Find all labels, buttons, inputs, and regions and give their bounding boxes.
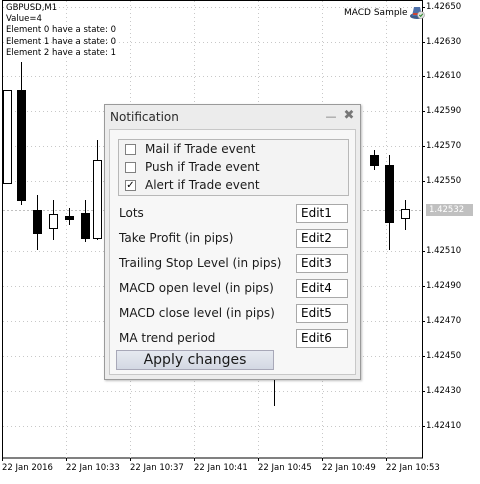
- symbol-timeframe-label: GBPUSD,M1: [6, 3, 58, 13]
- candlestick: [401, 200, 410, 230]
- candlestick: [93, 140, 102, 240]
- macd-close-label: MACD close level (in pips): [119, 306, 275, 320]
- expert-advisor-hat-icon[interactable]: [408, 3, 426, 21]
- take-profit-label: Take Profit (in pips): [119, 231, 234, 245]
- checkbox-label: Push if Trade event: [145, 160, 260, 174]
- price-tick-label: 1.42410: [426, 421, 462, 431]
- price-tick-label: 1.42570: [426, 141, 462, 151]
- current-price-marker: 1.42532: [426, 204, 473, 216]
- element-state-label: Element 0 have a state: 0: [6, 25, 116, 35]
- check-mark-icon: ✓: [126, 180, 135, 191]
- candlestick: [49, 200, 58, 240]
- time-tick-label: 22 Jan 10:37: [130, 463, 184, 473]
- checkbox-box[interactable]: [125, 162, 136, 173]
- candlestick: [33, 195, 42, 250]
- apply-changes-button[interactable]: Apply changes: [116, 350, 274, 370]
- price-tick-label: 1.42450: [426, 351, 462, 361]
- time-tick-label: 22 Jan 2016: [2, 463, 53, 473]
- price-tick-label: 1.42510: [426, 246, 462, 256]
- time-tick-label: 22 Jan 10:53: [386, 463, 440, 473]
- lots-input[interactable]: Edit1: [296, 204, 348, 223]
- time-tick-label: 22 Jan 10:49: [322, 463, 376, 473]
- candlestick: [385, 155, 394, 250]
- dialog-title: Notification: [110, 110, 179, 124]
- macd-close-input[interactable]: Edit5: [296, 304, 348, 323]
- checkbox-box[interactable]: [125, 144, 136, 155]
- notification-checkbox-group: Mail if Trade event Push if Trade event …: [118, 139, 349, 196]
- expert-advisor-name: MACD Sample: [344, 8, 408, 18]
- notification-dialog[interactable]: Notification — ✖ Mail if Trade event Pus…: [104, 104, 361, 380]
- element-state-label: Element 2 have a state: 1: [6, 48, 116, 58]
- checkbox-label: Alert if Trade event: [145, 178, 260, 192]
- minimize-icon[interactable]: —: [325, 111, 337, 123]
- element-state-label: Element 1 have a state: 0: [6, 37, 116, 47]
- price-tick-label: 1.42430: [426, 386, 462, 396]
- ma-trend-input[interactable]: Edit6: [296, 329, 348, 348]
- price-tick-label: 1.42590: [426, 106, 462, 116]
- ma-trend-label: MA trend period: [119, 331, 216, 345]
- dialog-client-area: Mail if Trade event Push if Trade event …: [109, 129, 356, 375]
- macd-open-input[interactable]: Edit4: [296, 279, 348, 298]
- macd-open-label: MACD open level (in pips): [119, 281, 274, 295]
- candlestick: [370, 150, 379, 170]
- time-tick-label: 22 Jan 10:45: [258, 463, 312, 473]
- price-tick-label: 1.42630: [426, 37, 462, 47]
- trailing-stop-label: Trailing Stop Level (in pips): [119, 256, 282, 270]
- price-tick-label: 1.42650: [426, 2, 462, 12]
- dialog-title-bar[interactable]: Notification — ✖: [105, 105, 360, 127]
- value-label: Value=4: [6, 14, 42, 24]
- candlestick: [3, 90, 12, 184]
- checkbox-label: Mail if Trade event: [145, 142, 256, 156]
- lots-label: Lots: [119, 206, 144, 220]
- time-tick-label: 22 Jan 10:33: [66, 463, 120, 473]
- price-tick-label: 1.42610: [426, 71, 462, 81]
- trailing-stop-input[interactable]: Edit3: [296, 254, 348, 273]
- time-tick-label: 22 Jan 10:41: [194, 463, 248, 473]
- take-profit-input[interactable]: Edit2: [296, 229, 348, 248]
- price-tick-label: 1.42490: [426, 281, 462, 291]
- price-tick-label: 1.42470: [426, 316, 462, 326]
- candlestick: [17, 62, 26, 205]
- candlestick: [81, 200, 90, 242]
- checkbox-box[interactable]: ✓: [125, 180, 136, 191]
- price-tick-label: 1.42550: [426, 176, 462, 186]
- close-icon[interactable]: ✖: [343, 109, 355, 122]
